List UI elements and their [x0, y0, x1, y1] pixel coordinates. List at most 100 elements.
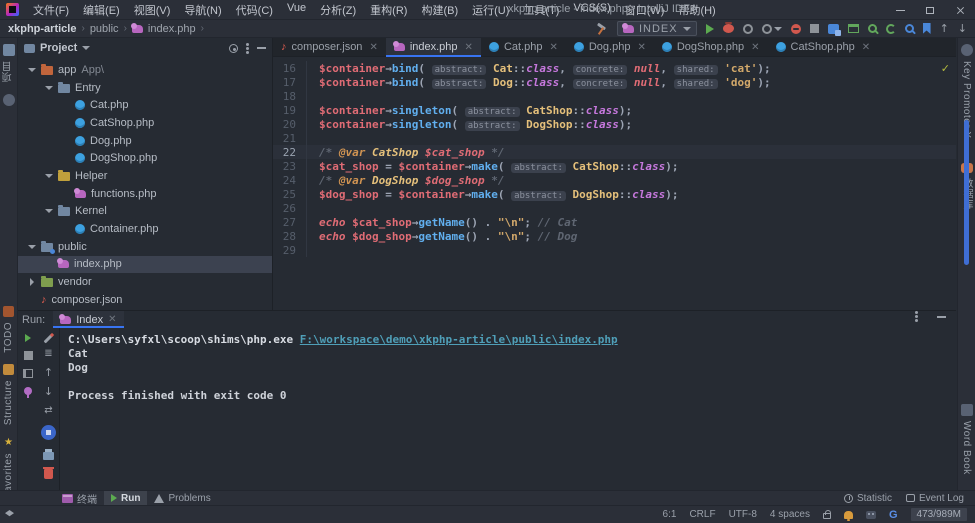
tree-item-vendor[interactable]: vendor	[18, 273, 272, 291]
minimize-button[interactable]	[885, 0, 915, 20]
refresh-icon[interactable]	[886, 24, 896, 34]
tree-item-cat-php[interactable]: Cat.php	[18, 96, 272, 114]
clear-console-icon[interactable]	[44, 469, 53, 479]
soft-wrap-icon[interactable]: ⇄	[44, 406, 52, 416]
code-line[interactable]: 17$container→bind( abstract: Dog::class,…	[273, 75, 956, 89]
console-file-link[interactable]: F:\workspace\demo\xkphp-article\public\i…	[300, 333, 618, 346]
tree-item-helper[interactable]: Helper	[18, 167, 272, 185]
project-stripe-button[interactable]: 项目	[1, 44, 16, 82]
close-icon[interactable]: ✕	[751, 42, 759, 53]
tree-item-composer-json[interactable]: ♪composer.json	[18, 291, 272, 309]
menu-item[interactable]: 分析(Z)	[314, 0, 362, 20]
tree-item-index-php[interactable]: index.php	[18, 256, 272, 274]
word-book-stripe-button[interactable]: Word Book	[961, 404, 973, 475]
caret-position[interactable]: 6:1	[663, 509, 677, 520]
debug-button[interactable]	[723, 24, 734, 33]
search-everywhere-icon[interactable]	[905, 24, 914, 33]
structure-stripe-button[interactable]: Structure	[3, 364, 14, 425]
terminal-button[interactable]: 终端	[55, 491, 104, 506]
commit-stripe-button[interactable]	[3, 94, 15, 106]
editor-tab-dog-php[interactable]: Dog.php✕	[566, 38, 654, 56]
attach-debugger-button[interactable]	[791, 24, 801, 34]
rerun-button[interactable]	[25, 334, 31, 342]
tree-item-public[interactable]: public	[18, 238, 272, 256]
code-editor[interactable]: 16$container→bind( abstract: Cat::class,…	[273, 57, 956, 310]
maximize-button[interactable]	[915, 0, 945, 20]
hide-panel-icon[interactable]	[937, 316, 946, 318]
ide-settings-icon[interactable]	[828, 24, 839, 34]
line-ending-selector[interactable]: CRLF	[689, 509, 715, 520]
statistic-button[interactable]: Statistic	[837, 491, 899, 506]
menu-item[interactable]: Vue	[281, 0, 312, 20]
tree-item-catshop-php[interactable]: CatShop.php	[18, 114, 272, 132]
tree-chevron-icon[interactable]	[45, 209, 53, 213]
more-options-icon[interactable]	[246, 47, 249, 50]
build-hammer-icon[interactable]	[596, 23, 608, 35]
breadcrumb-item[interactable]: xkphp-article	[8, 23, 76, 35]
stop-button[interactable]	[810, 24, 819, 33]
restore-layout-icon[interactable]	[23, 369, 33, 378]
menu-item[interactable]: 重构(R)	[364, 0, 413, 20]
run-configuration-selector[interactable]: INDEX	[617, 21, 697, 36]
code-line[interactable]: 16$container→bind( abstract: Cat::class,…	[273, 61, 956, 75]
code-line[interactable]: 28echo $dog_shop→getName() . "\n"; // Do…	[273, 229, 956, 243]
up-stack-trace-icon[interactable]: ↑	[44, 368, 53, 378]
code-line[interactable]: 24/* @var DogShop $dog_shop */	[273, 173, 956, 187]
notification-bell-icon[interactable]	[844, 511, 853, 519]
tree-item-kernel[interactable]: Kernel	[18, 203, 272, 221]
close-icon[interactable]: ✕	[369, 42, 377, 53]
search-icon[interactable]	[868, 24, 877, 33]
next-occurrence-icon[interactable]: ↓	[958, 24, 967, 34]
tree-item-entry[interactable]: Entry	[18, 79, 272, 97]
tree-item-app[interactable]: appApp\	[18, 61, 272, 79]
down-stack-trace-icon[interactable]: ↓	[44, 387, 53, 397]
close-icon[interactable]: ✕	[465, 42, 473, 53]
code-line[interactable]: 18	[273, 89, 956, 103]
code-line[interactable]: 23$cat_shop = $container→make( abstract:…	[273, 159, 956, 173]
close-icon[interactable]: ✕	[637, 42, 645, 53]
event-log-button[interactable]: Event Log	[899, 491, 971, 506]
menu-item[interactable]: 编辑(E)	[77, 0, 126, 20]
editor-tab-index-php[interactable]: index.php✕	[386, 38, 481, 56]
tool-window-icon[interactable]	[848, 24, 859, 33]
profiler-button[interactable]	[762, 24, 782, 34]
tree-item-dogshop-php[interactable]: DogShop.php	[18, 149, 272, 167]
lock-icon[interactable]	[823, 513, 831, 519]
scroll-to-end-icon[interactable]	[41, 425, 56, 440]
run-tool-window-button[interactable]: Run	[104, 491, 147, 506]
close-button[interactable]	[945, 0, 975, 20]
editor-tab-cat-php[interactable]: Cat.php✕	[481, 38, 566, 56]
pin-tab-icon[interactable]	[24, 387, 32, 395]
code-line[interactable]: 26	[273, 201, 956, 215]
previous-occurrence-icon[interactable]: ↑	[940, 24, 949, 34]
problems-button[interactable]: Problems	[147, 491, 217, 506]
google-translate-icon[interactable]: G	[889, 509, 898, 521]
code-line[interactable]: 29	[273, 243, 956, 257]
tree-chevron-icon[interactable]	[28, 245, 36, 249]
run-tab-index[interactable]: Index ✕	[53, 311, 123, 328]
bookmark-icon[interactable]	[923, 23, 931, 34]
edit-configuration-icon[interactable]	[44, 334, 54, 344]
tree-item-dog-php[interactable]: Dog.php	[18, 132, 272, 150]
tree-chevron-icon[interactable]	[45, 86, 53, 90]
close-icon[interactable]: ✕	[862, 42, 870, 53]
print-icon[interactable]	[43, 452, 54, 460]
tree-chevron-icon[interactable]	[45, 174, 53, 178]
indent-selector[interactable]: 4 spaces	[770, 509, 810, 520]
tree-chevron-icon[interactable]	[28, 278, 36, 286]
menu-item[interactable]: 代码(C)	[230, 0, 279, 20]
breadcrumb-item[interactable]: index.php	[148, 23, 196, 35]
code-line[interactable]: 19$container→singleton( abstract: CatSho…	[273, 103, 956, 117]
menu-item[interactable]: 构建(B)	[415, 0, 464, 20]
stop-button[interactable]	[24, 351, 33, 360]
code-line[interactable]: 21	[273, 131, 956, 145]
more-options-icon[interactable]	[915, 315, 918, 318]
sort-lines-icon[interactable]: ≣	[44, 349, 52, 359]
close-icon[interactable]: ✕	[108, 314, 116, 325]
run-console-output[interactable]: C:\Users\syfxl\scoop\shims\php.exe F:\wo…	[60, 328, 956, 491]
breadcrumb-item[interactable]: public	[90, 23, 119, 35]
hide-panel-icon[interactable]	[257, 47, 266, 49]
editor-tab-dogshop-php[interactable]: DogShop.php✕	[654, 38, 768, 56]
menu-item[interactable]: 视图(V)	[128, 0, 177, 20]
status-stack-icon[interactable]	[5, 510, 14, 519]
